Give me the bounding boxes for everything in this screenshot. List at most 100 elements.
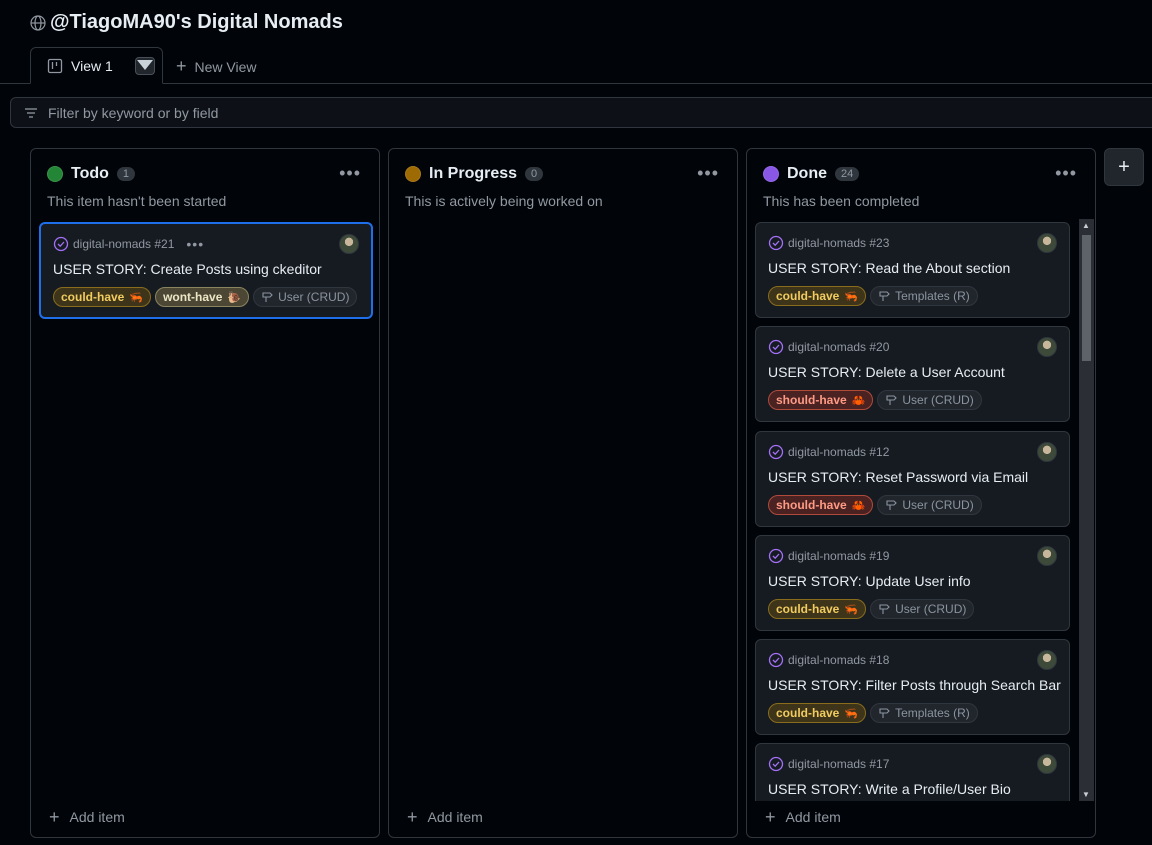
shrimp-emoji-icon: 🦐 <box>844 290 859 303</box>
card-item[interactable]: digital-nomads #17 USER STORY: Write a P… <box>755 743 1070 801</box>
column-description: This has been completed <box>763 193 920 209</box>
label-could-have[interactable]: could-have 🦐 <box>768 599 867 619</box>
card-item[interactable]: digital-nomads #23 USER STORY: Read the … <box>755 222 1070 318</box>
label-templates-r[interactable]: Templates (R) <box>870 286 978 306</box>
issue-closed-icon <box>53 236 69 252</box>
column-count: 24 <box>835 167 860 181</box>
status-dot <box>763 166 779 182</box>
card-list: digital-nomads #23 USER STORY: Read the … <box>755 219 1079 801</box>
tab-view-1[interactable]: View 1 <box>30 47 163 84</box>
column-header: Done 24 <box>763 165 860 183</box>
project-title-text: @TiagoMA90's Digital Nomads <box>50 11 343 33</box>
card-item[interactable]: digital-nomads #21 ••• USER STORY: Creat… <box>39 222 373 319</box>
add-column-button[interactable]: + <box>1104 148 1144 186</box>
scrollbar[interactable]: ▲ ▼ <box>1079 219 1094 801</box>
snail-emoji-icon: 🐌 <box>227 291 242 304</box>
avatar[interactable] <box>1037 546 1057 566</box>
shrimp-emoji-icon: 🦐 <box>844 707 859 720</box>
signpost-icon <box>886 500 898 510</box>
card-ref: digital-nomads #18 <box>788 653 890 667</box>
column-menu-button[interactable]: ••• <box>697 163 719 184</box>
signpost-icon <box>879 708 890 718</box>
avatar[interactable] <box>1037 233 1057 253</box>
card-title[interactable]: USER STORY: Read the About section <box>768 260 1010 276</box>
label-user-crud[interactable]: User (CRUD) <box>870 599 975 619</box>
column-count: 0 <box>525 167 544 181</box>
card-title[interactable]: USER STORY: Update User info <box>768 573 971 589</box>
signpost-icon <box>879 604 890 614</box>
card-labels: could-have 🦐 Templates (R) <box>768 703 978 723</box>
label-could-have[interactable]: could-have 🦐 <box>768 286 867 306</box>
shrimp-emoji-icon: 🦐 <box>129 291 144 304</box>
signpost-icon <box>879 291 890 301</box>
scrollbar-thumb[interactable] <box>1082 235 1091 361</box>
avatar[interactable] <box>1037 337 1057 357</box>
column-title: In Progress <box>429 165 518 182</box>
crab-emoji-icon: 🦀 <box>851 499 866 512</box>
column-header: In Progress 0 <box>405 165 544 183</box>
card-ref: digital-nomads #17 <box>788 757 890 771</box>
card-ref: digital-nomads #12 <box>788 445 890 459</box>
header: @TiagoMA90's Digital Nomads View 1 + New… <box>0 0 1152 84</box>
avatar[interactable] <box>1037 442 1057 462</box>
label-could-have[interactable]: could-have 🦐 <box>768 703 867 723</box>
issue-closed-icon <box>768 548 784 564</box>
avatar[interactable] <box>339 234 359 254</box>
new-view-button[interactable]: + New View <box>176 56 257 77</box>
crab-emoji-icon: 🦀 <box>851 394 866 407</box>
add-item-button[interactable]: + Add item <box>49 807 125 827</box>
avatar[interactable] <box>1037 754 1057 774</box>
card-labels: should-have 🦀 User (CRUD) <box>768 390 982 410</box>
label-templates-r[interactable]: Templates (R) <box>870 703 978 723</box>
add-item-button[interactable]: + Add item <box>765 808 841 826</box>
plus-icon: + <box>407 807 418 827</box>
card-title[interactable]: USER STORY: Delete a User Account <box>768 364 1005 380</box>
card-item[interactable]: digital-nomads #19 USER STORY: Update Us… <box>755 535 1070 631</box>
issue-closed-icon <box>768 652 784 668</box>
card-title[interactable]: USER STORY: Write a Profile/User Bio <box>768 781 1011 797</box>
issue-closed-icon <box>768 756 784 772</box>
column-todo: Todo 1 ••• This item hasn't been started… <box>30 148 380 838</box>
globe-icon <box>30 14 46 31</box>
label-should-have[interactable]: should-have 🦀 <box>768 390 874 410</box>
filter-input[interactable]: Filter by keyword or by field <box>10 97 1152 128</box>
label-should-have[interactable]: should-have 🦀 <box>768 495 874 515</box>
scroll-up-arrow-icon[interactable]: ▲ <box>1082 221 1090 230</box>
column-description: This item hasn't been started <box>47 193 227 209</box>
card-ref: digital-nomads #20 <box>788 340 890 354</box>
card-item[interactable]: digital-nomads #18 USER STORY: Filter Po… <box>755 639 1070 735</box>
column-header: Todo 1 <box>47 165 136 183</box>
card-item[interactable]: digital-nomads #20 USER STORY: Delete a … <box>755 326 1070 422</box>
column-in-progress: In Progress 0 ••• This is actively being… <box>388 148 738 838</box>
card-title[interactable]: USER STORY: Create Posts using ckeditor <box>53 261 322 277</box>
view-tabs: View 1 + New View <box>0 47 1152 84</box>
plus-icon: + <box>176 56 187 76</box>
card-item[interactable]: digital-nomads #12 USER STORY: Reset Pas… <box>755 431 1070 527</box>
scroll-down-arrow-icon[interactable]: ▼ <box>1082 790 1090 799</box>
issue-closed-icon <box>768 235 784 251</box>
card-meta: digital-nomads #17 <box>768 756 889 772</box>
card-menu-button[interactable]: ••• <box>186 236 204 252</box>
card-title[interactable]: USER STORY: Filter Posts through Search … <box>768 677 1061 693</box>
column-count: 1 <box>116 167 136 181</box>
label-user-crud[interactable]: User (CRUD) <box>877 390 982 410</box>
issue-closed-icon <box>768 444 784 460</box>
project-title: @TiagoMA90's Digital Nomads <box>30 11 343 34</box>
card-labels: could-have 🦐 User (CRUD) <box>768 599 975 619</box>
shrimp-emoji-icon: 🦐 <box>844 603 859 616</box>
label-user-crud[interactable]: User (CRUD) <box>253 287 358 307</box>
label-user-crud[interactable]: User (CRUD) <box>877 495 982 515</box>
plus-icon: + <box>49 807 60 827</box>
view-options-button[interactable] <box>134 56 155 75</box>
avatar[interactable] <box>1037 650 1057 670</box>
column-menu-button[interactable]: ••• <box>339 163 361 184</box>
card-title[interactable]: USER STORY: Reset Password via Email <box>768 469 1028 485</box>
label-wont-have[interactable]: wont-have 🐌 <box>155 287 250 307</box>
add-item-button[interactable]: + Add item <box>407 807 483 827</box>
card-meta: digital-nomads #20 <box>768 339 889 355</box>
column-menu-button[interactable]: ••• <box>1055 163 1077 184</box>
signpost-icon <box>886 395 898 405</box>
label-could-have[interactable]: could-have 🦐 <box>53 287 152 307</box>
card-ref: digital-nomads #21 <box>73 237 175 251</box>
card-ref: digital-nomads #23 <box>788 236 890 250</box>
